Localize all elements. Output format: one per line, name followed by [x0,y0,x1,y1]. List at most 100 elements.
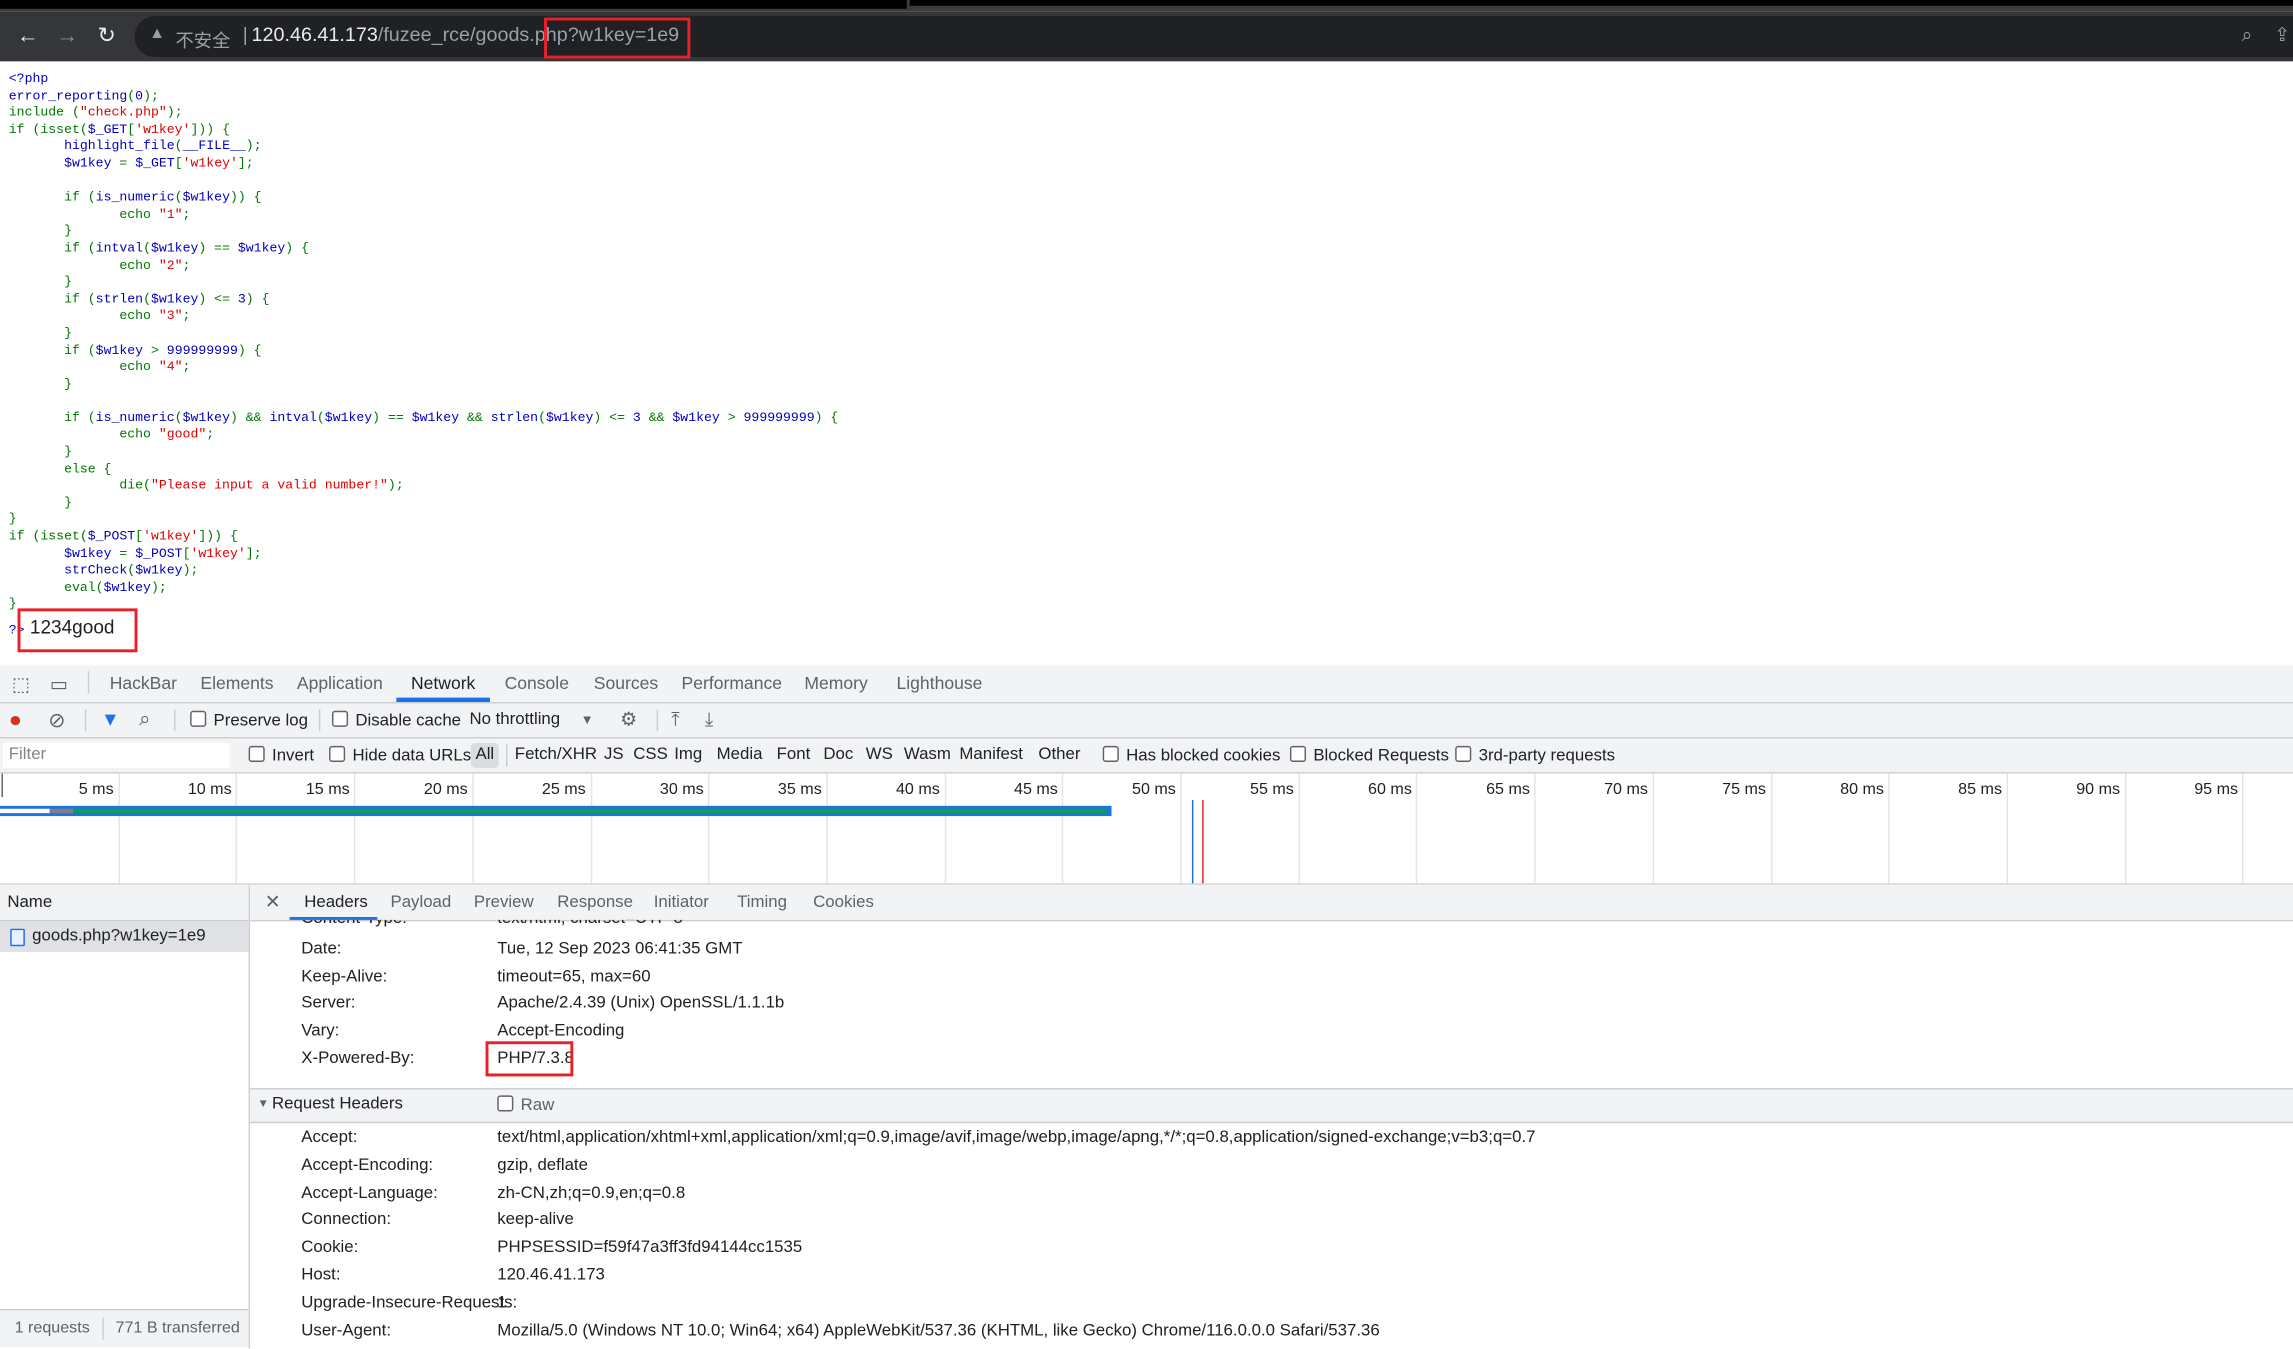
address-bar[interactable]: ▲ 不安全 | 120.46.41.173/fuzee_rce/goods.ph… [134,16,2293,58]
tab-timing[interactable]: Timing [737,894,787,912]
tab-cookies[interactable]: Cookies [813,894,874,912]
tab-lighthouse[interactable]: Lighthouse [897,673,983,693]
filter-type-all[interactable]: All [470,742,499,768]
network-filter-bar: Filter Invert Hide data URLs All Fetch/XH… [0,738,2293,774]
invert-checkbox[interactable]: Invert [248,745,314,765]
tab-preview[interactable]: Preview [474,894,534,912]
waterfall-waiting [73,808,1108,814]
filter-type-manifest[interactable]: Manifest [959,746,1023,764]
blocked-requests-checkbox[interactable]: Blocked Requests [1289,745,1449,765]
timeline-gridline [590,773,592,884]
tab-initiator[interactable]: Initiator [654,894,709,912]
code-token: if [8,410,88,426]
code-token: echo [8,309,159,324]
tab-payload[interactable]: Payload [390,894,451,912]
filter-type-js[interactable]: JS [604,746,624,764]
url-host: 120.46.41.173 [251,23,378,46]
reload-icon[interactable]: ↻ [94,23,120,49]
browser-tab[interactable] [909,0,2293,6]
tab-console[interactable]: Console [505,673,569,693]
network-conditions-icon[interactable]: ⚙ [620,708,637,731]
code-token: ) { [245,292,270,307]
export-har-icon[interactable]: ⤓ [705,708,713,731]
code-token: die( [8,478,151,494]
network-overview-timeline[interactable]: 5 ms 10 ms 15 ms 20 ms 25 ms 30 ms 35 ms 40 ms 4… [0,773,2293,885]
code-token: ); [166,105,183,121]
code-line: echo "3"; [9,309,839,326]
code-line: die("Please input a valid number!"); [9,479,839,496]
tab-headers[interactable]: Headers [304,894,368,912]
code-token: $_POST [135,546,183,562]
code-line: strCheck($w1key); [9,563,839,580]
preserve-log-label: Preserve log [213,712,308,730]
code-line: echo "good"; [9,428,839,445]
disable-cache-checkbox[interactable]: Disable cache [331,710,461,730]
tab-elements[interactable]: Elements [200,673,273,693]
filter-type-other[interactable]: Other [1038,746,1080,764]
code-token: > [727,410,744,426]
filter-icon[interactable]: ▼ [101,708,120,730]
code-token: 'w1key' [182,156,238,172]
filter-type-fetchxhr[interactable]: Fetch/XHR [515,746,597,764]
import-har-icon[interactable]: ⤒ [671,708,679,731]
back-icon[interactable]: ← [15,23,41,49]
filter-type-wasm[interactable]: Wasm [904,746,951,764]
device-toolbar-icon[interactable]: ▭ [50,673,68,696]
tab-network[interactable]: Network [411,673,475,693]
highlight-box [544,17,691,59]
code-token: && [466,410,491,426]
code-token: ; [182,207,191,222]
filter-type-img[interactable]: Img [674,746,702,764]
active-tab-indicator [396,697,490,702]
tab-performance[interactable]: Performance [682,673,782,693]
request-row[interactable]: goods.php?w1key=1e9 [0,921,249,953]
clear-icon[interactable]: ⊘ [48,708,65,733]
code-token: ]; [237,156,254,172]
record-stop-icon[interactable]: ⏺ [10,708,20,733]
timeline-gridline [1770,773,1772,884]
filter-type-doc[interactable]: Doc [823,746,853,764]
close-icon[interactable]: ✕ [265,891,281,914]
throttling-select[interactable]: No throttling ▼ [469,711,593,729]
code-token: ( [174,410,183,426]
name-column-header[interactable]: Name [0,884,249,922]
code-token: $_POST [87,529,136,545]
code-token: include [8,105,72,121]
filter-type-media[interactable]: Media [717,746,763,764]
preserve-log-checkbox[interactable]: Preserve log [190,710,308,730]
tab-hackbar[interactable]: HackBar [110,673,177,693]
timeline-tick-label: 90 ms [2076,780,2121,799]
search-icon[interactable]: ⌕ [139,706,150,731]
forward-icon[interactable]: → [54,23,80,49]
raw-checkbox[interactable]: Raw [497,1095,554,1114]
tab-memory[interactable]: Memory [804,673,867,693]
tab-application[interactable]: Application [297,673,383,693]
browser-tab[interactable] [0,0,907,9]
code-token: $w1key [182,190,230,205]
has-blocked-cookies-checkbox[interactable]: Has blocked cookies [1102,745,1280,765]
filter-input[interactable]: Filter [2,742,230,768]
hide-data-urls-checkbox[interactable]: Hide data URLs [329,745,471,765]
status-bar: 1 requests 771 B transferred [0,1308,249,1347]
filter-type-css[interactable]: CSS [633,746,668,764]
inspect-element-icon[interactable]: ⬚ [12,673,30,696]
code-token: ) { [814,410,839,426]
tab-sources[interactable]: Sources [594,673,658,693]
timeline-tick-label: 5 ms [78,780,114,799]
security-label[interactable]: 不安全 [176,25,231,53]
code-token: "good" [158,427,207,443]
filter-type-font[interactable]: Font [777,746,811,764]
timeline-gridline [354,773,356,884]
timeline-gridline [236,773,238,884]
zoom-icon[interactable]: ⌕ [2242,23,2253,46]
code-token: "check.php" [79,105,167,121]
code-token: (isset( [32,529,88,545]
tab-response[interactable]: Response [557,894,633,912]
third-party-requests-checkbox[interactable]: 3rd-party requests [1455,745,1615,765]
timeline-gridline [1534,773,1536,884]
share-icon[interactable]: ⇪ [2274,23,2290,46]
filter-type-ws[interactable]: WS [866,746,893,764]
request-headers-section-header[interactable]: ▼ Request Headers Raw [250,1088,2293,1124]
